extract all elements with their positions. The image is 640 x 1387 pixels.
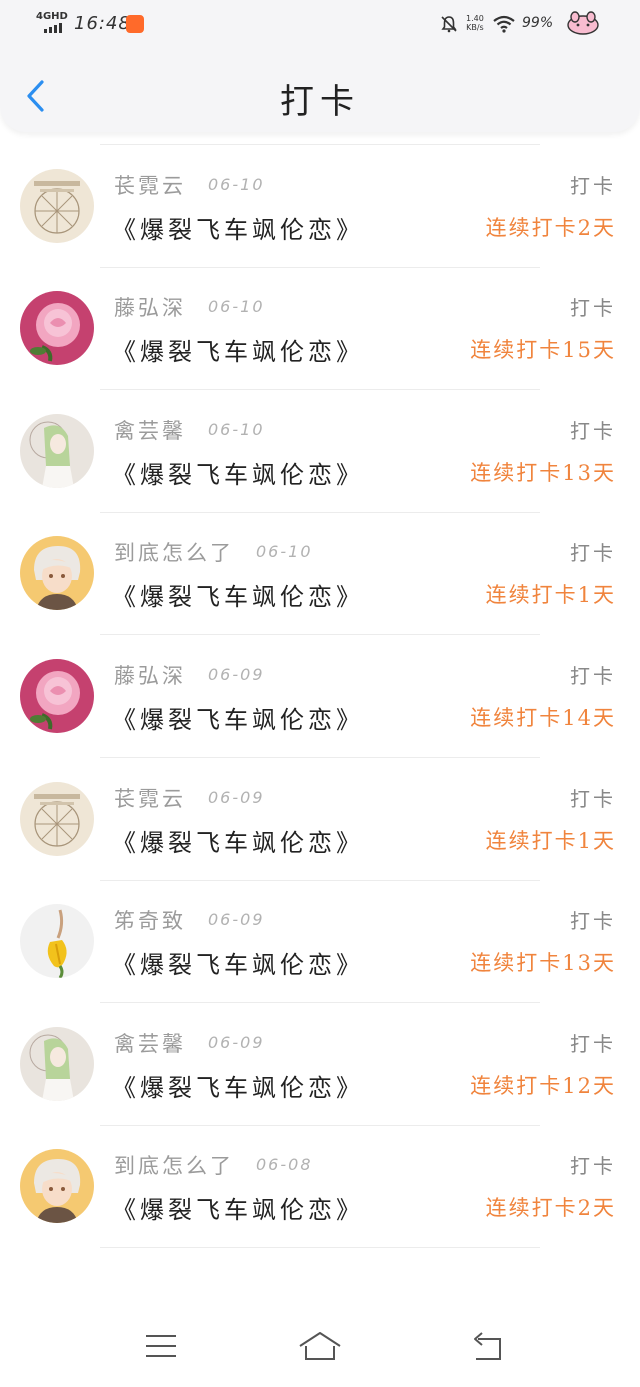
- post-date: 06-10: [256, 542, 313, 561]
- post-date: 06-09: [208, 910, 265, 929]
- user-name[interactable]: 到底怎么了: [114, 1150, 234, 1180]
- user-name[interactable]: 笫奇致: [114, 905, 186, 935]
- user-name[interactable]: 到底怎么了: [114, 537, 234, 567]
- post-date: 06-10: [208, 175, 265, 194]
- book-title[interactable]: 《爆裂飞车飒伦恋》: [112, 1068, 364, 1103]
- network-speed: 1.40 KB/s: [466, 14, 484, 32]
- user-avatar[interactable]: [20, 536, 94, 610]
- user-name[interactable]: 藤弘深: [114, 292, 186, 322]
- post-date: 06-09: [208, 1033, 265, 1052]
- streak-count: 连续打卡2天: [485, 216, 616, 240]
- user-avatar[interactable]: [20, 904, 94, 978]
- post-date: 06-09: [208, 788, 265, 807]
- user-avatar[interactable]: [20, 659, 94, 733]
- mute-bell-icon: [441, 16, 457, 33]
- streak-count: 连续打卡15天: [470, 338, 616, 362]
- row-divider: [100, 757, 540, 758]
- book-title[interactable]: 《爆裂飞车飒伦恋》: [112, 823, 364, 858]
- checkin-tag: 打卡: [570, 419, 616, 443]
- battery-level: 99%: [522, 15, 554, 31]
- row-divider: [100, 144, 540, 145]
- row-divider: [100, 634, 540, 635]
- row-divider: [100, 1002, 540, 1003]
- checkin-tag: 打卡: [570, 909, 616, 933]
- checkin-tag: 打卡: [570, 787, 616, 811]
- book-title[interactable]: 《爆裂飞车飒伦恋》: [112, 332, 364, 367]
- feed-item[interactable]: 禽芸馨 06-09 《爆裂飞车飒伦恋》 打卡连续打卡12天: [0, 1004, 640, 1126]
- network-indicator: 4GHD: [36, 11, 68, 22]
- post-date: 06-10: [208, 420, 265, 439]
- book-title[interactable]: 《爆裂飞车飒伦恋》: [112, 700, 364, 735]
- back-icon: [474, 1332, 501, 1360]
- streak-count: 连续打卡14天: [470, 706, 616, 730]
- checkin-tag: 打卡: [570, 174, 616, 198]
- user-name[interactable]: 禽芸馨: [114, 415, 186, 445]
- user-name[interactable]: 苌霓云: [114, 783, 186, 813]
- menu-button[interactable]: [136, 1329, 184, 1363]
- clock: 16:48: [74, 13, 131, 34]
- streak-count: 连续打卡2天: [485, 1196, 616, 1220]
- system-nav-bar: [0, 1305, 640, 1387]
- feed-item[interactable]: 到底怎么了 06-10 《爆裂飞车飒伦恋》 打卡连续打卡1天: [0, 513, 640, 635]
- user-avatar[interactable]: [20, 782, 94, 856]
- app-notification-icon: [126, 15, 144, 33]
- user-avatar[interactable]: [20, 1149, 94, 1223]
- user-avatar[interactable]: [20, 169, 94, 243]
- checkin-tag: 打卡: [570, 1032, 616, 1056]
- post-date: 06-10: [208, 297, 265, 316]
- row-divider: [100, 1247, 540, 1248]
- book-title[interactable]: 《爆裂飞车飒伦恋》: [112, 577, 364, 612]
- checkin-tag: 打卡: [570, 296, 616, 320]
- wifi-icon: [493, 15, 515, 33]
- home-icon: [299, 1332, 341, 1360]
- feed-item[interactable]: 笫奇致 06-09 《爆裂飞车飒伦恋》 打卡连续打卡13天: [0, 881, 640, 1003]
- checkin-tag: 打卡: [570, 541, 616, 565]
- system-back-button[interactable]: [464, 1329, 512, 1363]
- home-button[interactable]: [296, 1329, 344, 1363]
- checkin-tag: 打卡: [570, 664, 616, 688]
- streak-count: 连续打卡1天: [485, 829, 616, 853]
- status-bar: 4GHD 16:48 1.40 KB/s 99%: [0, 0, 640, 48]
- page-header: 打卡: [0, 48, 640, 132]
- feed-item[interactable]: 苌霓云 06-09 《爆裂飞车飒伦恋》 打卡连续打卡1天: [0, 759, 640, 881]
- feed-item[interactable]: 禽芸馨 06-10 《爆裂飞车飒伦恋》 打卡连续打卡13天: [0, 391, 640, 513]
- streak-count: 连续打卡12天: [470, 1074, 616, 1098]
- streak-count: 连续打卡13天: [470, 951, 616, 975]
- post-date: 06-08: [256, 1155, 313, 1174]
- menu-icon: [146, 1335, 176, 1357]
- user-avatar[interactable]: [20, 291, 94, 365]
- feed-item[interactable]: 藤弘深 06-10 《爆裂飞车飒伦恋》 打卡连续打卡15天: [0, 268, 640, 390]
- post-date: 06-09: [208, 665, 265, 684]
- streak-count: 连续打卡1天: [485, 583, 616, 607]
- checkin-feed[interactable]: 《爆裂飞车飒伦恋》连续打卡14天苌霓云06-10《爆裂飞车飒伦恋》打卡连续打卡2…: [0, 98, 640, 1305]
- signal-icon: [44, 23, 62, 33]
- book-title[interactable]: 《爆裂飞车飒伦恋》: [112, 210, 364, 245]
- feed-item[interactable]: 藤弘深 06-09 《爆裂飞车飒伦恋》 打卡连续打卡14天: [0, 636, 640, 758]
- user-name[interactable]: 藤弘深: [114, 660, 186, 690]
- user-name[interactable]: 禽芸馨: [114, 1028, 186, 1058]
- user-avatar[interactable]: [20, 1027, 94, 1101]
- streak-count: 连续打卡13天: [470, 461, 616, 485]
- book-title[interactable]: 《爆裂飞车飒伦恋》: [112, 945, 364, 980]
- book-title[interactable]: 《爆裂飞车飒伦恋》: [112, 1190, 364, 1225]
- checkin-tag: 打卡: [570, 1154, 616, 1178]
- user-name[interactable]: 苌霓云: [114, 170, 186, 200]
- row-divider: [100, 389, 540, 390]
- feed-item[interactable]: 苌霓云 06-10 《爆裂飞车飒伦恋》 打卡连续打卡2天: [0, 146, 640, 268]
- book-title[interactable]: 《爆裂飞车飒伦恋》: [112, 455, 364, 490]
- feed-item[interactable]: 到底怎么了 06-08 《爆裂飞车飒伦恋》 打卡连续打卡2天: [0, 1126, 640, 1248]
- page-title: 打卡: [280, 82, 360, 122]
- mascot-icon: [567, 11, 599, 35]
- user-avatar[interactable]: [20, 414, 94, 488]
